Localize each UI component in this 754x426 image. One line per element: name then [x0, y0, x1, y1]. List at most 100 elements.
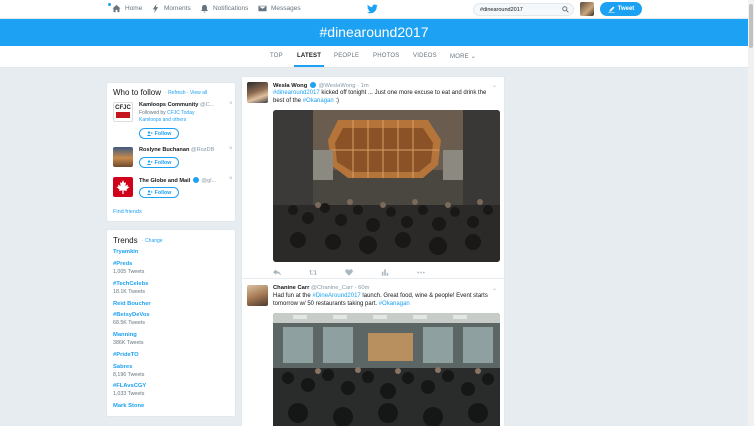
- follow-button-label: Follow: [154, 189, 172, 196]
- tweet-text: Had fun at the #DineAround2017 launch. G…: [273, 292, 499, 308]
- tweet-time[interactable]: · 60m: [355, 285, 370, 291]
- avatar[interactable]: CFJC: [113, 102, 133, 122]
- tweet[interactable]: Chanine Carr @Chanine_Carr · 60m ⌄ Had f…: [242, 280, 504, 426]
- trend-item[interactable]: #BetsyDeVos 68.5K Tweets: [113, 312, 150, 326]
- analytics-button[interactable]: [381, 268, 417, 276]
- search-tabs: TOP LATEST PEOPLE PHOTOS VIDEOS MORE ⌄: [0, 46, 748, 68]
- event-crowd-photo: [273, 313, 500, 426]
- view-all-link[interactable]: View all: [190, 90, 207, 96]
- rec-handle: @gl...: [201, 178, 217, 184]
- tweet[interactable]: Wesla Wong @WeslaWong · 1m ⌄ #dinearound…: [242, 77, 504, 279]
- compose-icon: [608, 6, 615, 13]
- nav-home[interactable]: Home: [112, 4, 142, 13]
- avatar[interactable]: [247, 82, 268, 103]
- followed-by-link[interactable]: CFJC Today: [167, 110, 194, 116]
- retweet-button[interactable]: [309, 268, 345, 276]
- like-button[interactable]: [345, 268, 381, 276]
- nav-moments-label: Moments: [164, 5, 191, 12]
- twitter-bird-icon[interactable]: [367, 4, 378, 14]
- trend-item[interactable]: Manning 386K Tweets: [113, 332, 144, 346]
- tab-more[interactable]: MORE ⌄: [450, 53, 476, 60]
- notification-dot: [108, 3, 111, 6]
- hashtag-link[interactable]: #dinearound2017: [273, 90, 320, 96]
- tab-videos[interactable]: VIDEOS: [413, 53, 437, 59]
- trend-item[interactable]: Sabres 8,196 Tweets: [113, 364, 144, 378]
- avatar[interactable]: [113, 147, 133, 167]
- avatar[interactable]: [113, 177, 133, 197]
- active-tab-indicator: [294, 65, 324, 67]
- hashtag-link[interactable]: #Okanagan: [379, 301, 410, 307]
- trend-item[interactable]: #Preds 1,005 Tweets: [113, 261, 144, 275]
- verified-badge-icon: [309, 82, 316, 88]
- trend-count: 8,196 Tweets: [113, 372, 145, 378]
- avatar[interactable]: [247, 285, 268, 306]
- sep-dot: ·: [165, 90, 167, 96]
- reply-button[interactable]: [273, 268, 309, 276]
- nav-messages[interactable]: Messages: [258, 4, 301, 13]
- trend-name: Sabres: [113, 364, 133, 370]
- scrollbar-thumb[interactable]: [749, 4, 753, 48]
- trend-count: 386K Tweets: [113, 340, 144, 346]
- trend-name: #BetsyDeVos: [113, 312, 150, 318]
- followed-by-text: Followed by CFJC Today Kamloops and other…: [139, 110, 225, 124]
- search-icon[interactable]: [562, 6, 569, 13]
- trend-item[interactable]: #FLAvsCGY 1,033 Tweets: [113, 383, 146, 397]
- follow-button[interactable]: Follow: [139, 157, 179, 168]
- tab-top[interactable]: TOP: [270, 53, 283, 59]
- tweet-actions: [273, 268, 453, 276]
- tweet-header: Wesla Wong @WeslaWong · 1m: [273, 82, 369, 89]
- chevron-down-icon[interactable]: ⌄: [492, 285, 497, 292]
- add-person-icon: [146, 131, 153, 136]
- rec-name-text: Roslyne Buchanan: [139, 147, 190, 153]
- tab-people[interactable]: PEOPLE: [334, 53, 359, 59]
- trend-item[interactable]: Reid Boucher: [113, 301, 151, 307]
- tab-more-label: MORE: [450, 54, 469, 60]
- envelope-icon: [258, 5, 267, 12]
- recommendation-name[interactable]: Kamloops Community @C...: [139, 102, 225, 108]
- trends-change-link[interactable]: · Change: [142, 238, 163, 244]
- tweet-text-part: Had fun at the: [273, 293, 313, 299]
- tweet-photo[interactable]: [273, 313, 500, 426]
- follow-button[interactable]: Follow: [139, 187, 179, 198]
- recommendation-roslyne: Roslyne Buchanan @RozDB × Follow: [113, 146, 235, 173]
- more-options-button[interactable]: [417, 268, 453, 276]
- follow-button[interactable]: Follow: [139, 128, 179, 139]
- tweet-photo[interactable]: [273, 110, 500, 262]
- chevron-down-icon: ⌄: [470, 54, 476, 60]
- cfjc-logo-text: CFJC: [115, 105, 131, 111]
- close-icon[interactable]: ×: [229, 176, 233, 182]
- find-friends-link[interactable]: Find friends: [113, 209, 142, 215]
- trend-count: 1,005 Tweets: [113, 269, 145, 275]
- trend-item[interactable]: #TechCelebs 18.1K Tweets: [113, 281, 148, 295]
- follow-button-label: Follow: [154, 159, 172, 166]
- chevron-down-icon[interactable]: ⌄: [492, 82, 497, 89]
- home-icon: [112, 4, 121, 13]
- trend-item[interactable]: #PrideTO: [113, 352, 139, 358]
- nav-moments[interactable]: Moments: [151, 4, 191, 13]
- tab-latest[interactable]: LATEST: [297, 53, 321, 59]
- trend-name: #FLAvsCGY: [113, 383, 147, 389]
- search-input[interactable]: [473, 3, 574, 16]
- tweet-button-label: Tweet: [617, 6, 635, 12]
- tweet-author[interactable]: Chanine Carr: [273, 285, 309, 291]
- trend-item[interactable]: Mark Stone: [113, 403, 144, 409]
- close-icon[interactable]: ×: [229, 146, 233, 152]
- recommendation-name[interactable]: Roslyne Buchanan @RozDB: [139, 147, 225, 153]
- close-icon[interactable]: ×: [229, 101, 233, 107]
- scrollbar-track[interactable]: [748, 0, 754, 426]
- nav-notifications[interactable]: Notifications: [200, 4, 248, 13]
- rec-name-text: Kamloops Community: [139, 102, 199, 108]
- hashtag-link[interactable]: #DineAround2017: [312, 293, 360, 299]
- hashtag-link[interactable]: #Okanagan: [303, 98, 334, 104]
- trends-change-label: Change: [145, 238, 163, 244]
- refresh-link[interactable]: Refresh: [168, 90, 186, 96]
- recommendation-name[interactable]: The Globe and Mail @gl...: [139, 177, 225, 184]
- cfjc-logo-bar: [116, 112, 130, 118]
- profile-avatar[interactable]: [580, 2, 594, 16]
- tab-photos[interactable]: PHOTOS: [373, 53, 399, 59]
- trend-item[interactable]: Tryamkin: [113, 249, 138, 255]
- follow-button-label: Follow: [154, 130, 172, 137]
- followed-by-extra[interactable]: Kamloops and others: [139, 117, 186, 123]
- tweet-button[interactable]: Tweet: [600, 2, 642, 16]
- who-to-follow-links: · Refresh · View all: [165, 90, 207, 96]
